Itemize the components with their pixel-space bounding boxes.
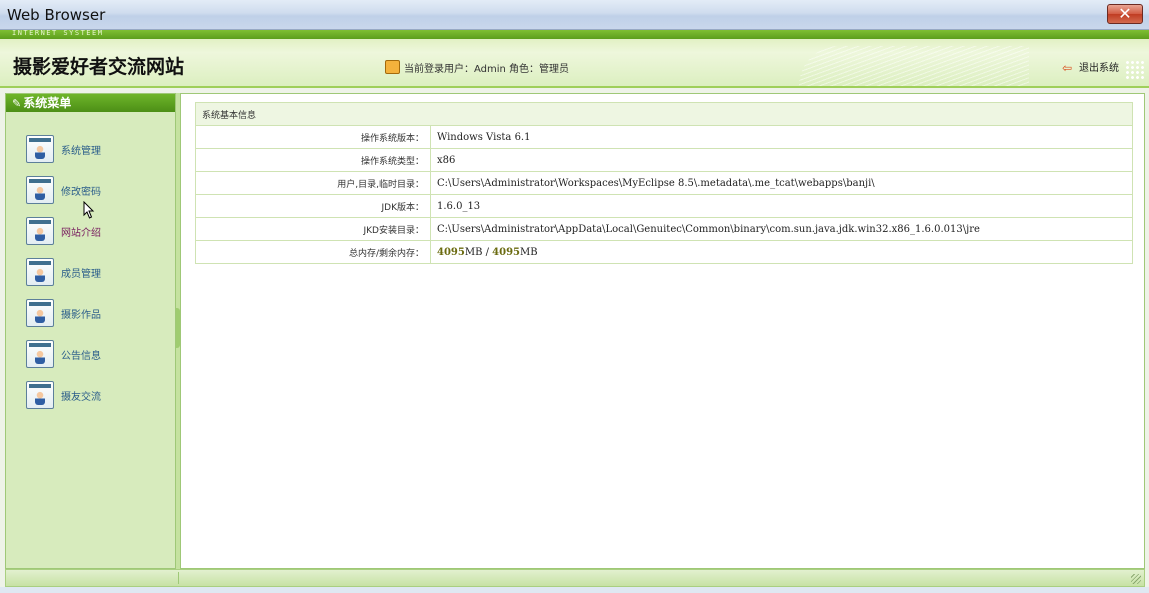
- row-label: 用户,目录,临时目录：: [195, 171, 431, 195]
- system-info-table: 系统基本信息 操作系统版本： Windows Vista 6.1 操作系统类型：…: [195, 102, 1133, 264]
- sidebar-item-site-intro[interactable]: 网站介绍: [26, 216, 166, 246]
- memory-value: 4095MB / 4095MB: [430, 240, 1133, 264]
- resize-grip-icon[interactable]: [1131, 574, 1141, 584]
- table-row: 操作系统类型： x86: [195, 148, 1133, 172]
- memory-total-unit: MB: [464, 246, 483, 258]
- sidebar-item-label: 公告信息: [61, 350, 101, 362]
- sidebar-item-label: 成员管理: [61, 268, 101, 280]
- status-separator: [178, 572, 179, 584]
- row-value: C:\Users\Administrator\AppData\Local\Gen…: [430, 217, 1133, 241]
- row-label: JKD安装目录：: [195, 217, 431, 241]
- row-value: x86: [430, 148, 1133, 172]
- row-value: Windows Vista 6.1: [430, 125, 1133, 149]
- user-card-icon: [26, 176, 54, 204]
- memory-total: 4095: [437, 246, 465, 258]
- sidebar-item-member-manage[interactable]: 成员管理: [26, 257, 166, 287]
- sidebar-item-label: 修改密码: [61, 186, 101, 198]
- memory-free: 4095: [492, 246, 521, 258]
- memory-separator: /: [482, 246, 493, 258]
- sidebar-item-announcements[interactable]: 公告信息: [26, 339, 166, 369]
- user-card-icon: [26, 381, 54, 409]
- current-user-info: 当前登录用户：Admin 角色：管理员: [385, 60, 569, 75]
- row-label: JDK版本：: [195, 194, 431, 218]
- logout-icon: ⇦: [1062, 61, 1073, 75]
- logout-link[interactable]: ⇦ 退出系统: [1062, 59, 1119, 74]
- sidebar-item-label: 摄影作品: [61, 309, 101, 321]
- row-label: 操作系统类型：: [195, 148, 431, 172]
- table-caption-row: 系统基本信息: [195, 102, 1133, 126]
- row-value: 1.6.0_13: [430, 194, 1133, 218]
- window-title: Web Browser: [7, 6, 106, 24]
- sidebar-item-change-password[interactable]: 修改密码: [26, 175, 166, 205]
- header-decoration: [799, 46, 1029, 86]
- app-header: INTERNET SYSTEEM 摄影爱好者交流网站 当前登录用户：Admin …: [0, 29, 1149, 88]
- dots-decoration: [1125, 60, 1145, 80]
- sidebar-item-label: 系统管理: [61, 145, 101, 157]
- sidebar-header: ✎ 系统菜单: [6, 94, 175, 112]
- window-frame-bottom: [0, 587, 1149, 593]
- table-row: 总内存/剩余内存： 4095MB / 4095MB: [195, 240, 1133, 264]
- user-card-icon: [26, 340, 54, 368]
- table-row: 操作系统版本： Windows Vista 6.1: [195, 125, 1133, 149]
- table-row: JKD安装目录： C:\Users\Administrator\AppData\…: [195, 217, 1133, 241]
- close-button[interactable]: ✕: [1107, 4, 1143, 24]
- user-icon: [385, 60, 400, 74]
- table-caption: 系统基本信息: [195, 102, 1133, 126]
- row-value: C:\Users\Administrator\Workspaces\MyEcli…: [430, 171, 1133, 195]
- logout-label: 退出系统: [1079, 63, 1119, 74]
- window-titlebar: Web Browser ✕: [0, 0, 1149, 30]
- memory-free-unit: MB: [520, 246, 538, 258]
- site-title: 摄影爱好者交流网站: [13, 56, 185, 78]
- main-content: 系统基本信息 操作系统版本： Windows Vista 6.1 操作系统类型：…: [180, 93, 1145, 569]
- table-row: JDK版本： 1.6.0_13: [195, 194, 1133, 218]
- user-card-icon: [26, 258, 54, 286]
- edit-icon: ✎: [12, 97, 22, 110]
- status-bar: [5, 569, 1145, 587]
- row-label: 总内存/剩余内存：: [195, 240, 431, 264]
- user-card-icon: [26, 217, 54, 245]
- sidebar-item-label: 网站介绍: [61, 227, 101, 239]
- header-tagline: INTERNET SYSTEEM: [12, 29, 104, 37]
- user-card-icon: [26, 299, 54, 327]
- sidebar-item-photographer-chat[interactable]: 摄友交流: [26, 380, 166, 410]
- current-user-text: 当前登录用户：Admin 角色：管理员: [404, 64, 570, 75]
- user-card-icon: [26, 135, 54, 163]
- sidebar-title: 系统菜单: [23, 96, 72, 110]
- row-label: 操作系统版本：: [195, 125, 431, 149]
- sidebar: ✎ 系统菜单 系统管理 修改密码 网站介绍 成员管理 摄影作品 公告信息 摄友交流: [5, 93, 176, 569]
- sidebar-item-system-manage[interactable]: 系统管理: [26, 134, 166, 164]
- sidebar-item-photo-works[interactable]: 摄影作品: [26, 298, 166, 328]
- header-strip: INTERNET SYSTEEM: [0, 29, 1149, 39]
- mouse-cursor-icon: [83, 201, 95, 219]
- sidebar-item-label: 摄友交流: [61, 391, 101, 403]
- table-row: 用户,目录,临时目录： C:\Users\Administrator\Works…: [195, 171, 1133, 195]
